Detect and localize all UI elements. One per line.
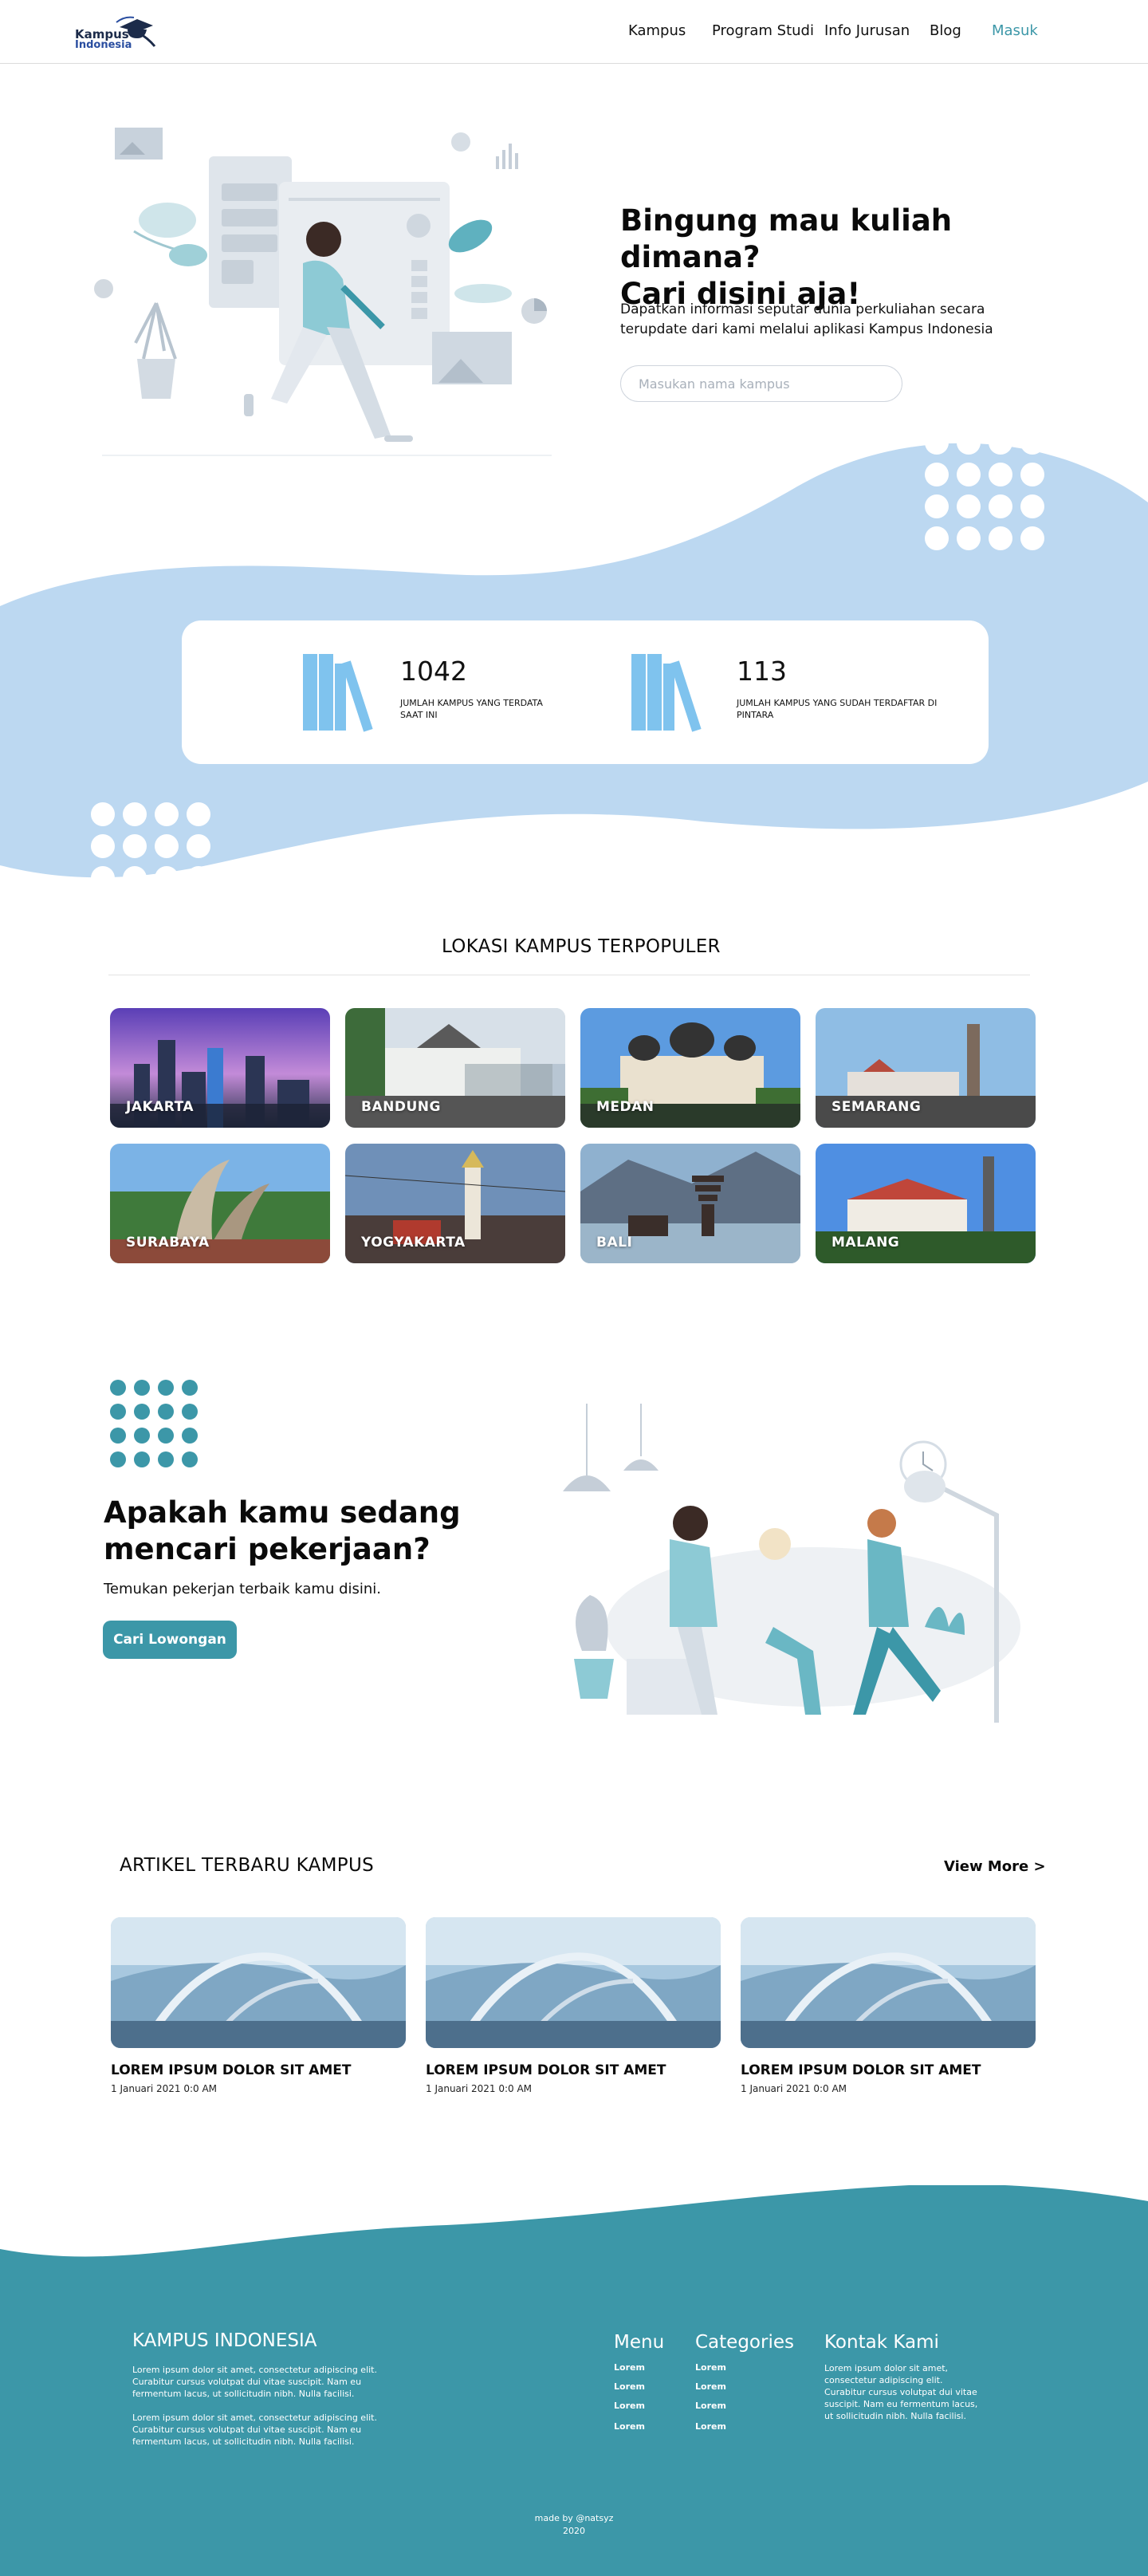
footer-contact-title: Kontak Kami [824, 2332, 939, 2353]
location-card-yogyakarta[interactable]: YOGYAKARTA [345, 1144, 565, 1263]
footer-menu-link[interactable]: Lorem [614, 2381, 645, 2392]
footer-contact-text: Lorem ipsum dolor sit amet, consectetur … [824, 2363, 978, 2421]
hero-title: Bingung mau kuliah dimana? Cari disini a… [620, 203, 1083, 313]
article-title[interactable]: LOREM IPSUM DOLOR SIT AMET [426, 2062, 729, 2078]
hero-description-line1: Dapatkan informasi seputar dunia perkuli… [620, 301, 985, 317]
location-card-semarang[interactable]: SEMARANG [816, 1008, 1036, 1128]
nav-link-info-jurusan[interactable]: Info Jurusan [824, 22, 910, 39]
location-label: MEDAN [596, 1099, 655, 1115]
location-card-surabaya[interactable]: SURABAYA [110, 1144, 330, 1263]
footer-credit-author: made by @natsyz [534, 2513, 614, 2523]
location-card-bandung[interactable]: BANDUNG [345, 1008, 565, 1128]
view-more-link[interactable]: View More > [944, 1858, 1046, 1875]
job-title-line1: Apakah kamu sedang [104, 1495, 461, 1530]
article-image[interactable] [741, 1917, 1036, 2048]
footer-menu-link[interactable]: Lorem [614, 2421, 645, 2432]
footer-credit-year: 2020 [563, 2526, 585, 2536]
stat-value: 1042 [400, 656, 467, 687]
article-title[interactable]: LOREM IPSUM DOLOR SIT AMET [741, 2062, 1044, 2078]
article-date: 1 Januari 2021 0:0 AM [741, 2083, 847, 2094]
job-title-line2: mencari pekerjaan? [104, 1532, 431, 1566]
nav-link-kampus[interactable]: Kampus [628, 22, 686, 39]
location-label: BANDUNG [361, 1099, 441, 1115]
stat-registered-campus: 113 JUMLAH KAMPUS YANG SUDAH TERDAFTAR D… [631, 652, 950, 732]
graduation-cap-icon [116, 16, 156, 47]
location-label: JAKARTA [126, 1099, 195, 1115]
location-card-malang[interactable]: MALANG [816, 1144, 1036, 1263]
location-card-medan[interactable]: MEDAN [580, 1008, 800, 1128]
location-label: YOGYAKARTA [361, 1235, 466, 1251]
footer-category-link[interactable]: Lorem [695, 2362, 726, 2373]
dots-decoration-stats [91, 802, 210, 885]
footer-menu-title: Menu [614, 2332, 665, 2353]
top-navbar: Kampus Indonesia Kampus Program Studi In… [0, 0, 1148, 64]
footer-menu-link[interactable]: Lorem [614, 2401, 645, 2411]
location-label: SURABAYA [126, 1235, 210, 1251]
location-card-bali[interactable]: BALI [580, 1144, 800, 1263]
footer-category-link[interactable]: Lorem [695, 2401, 726, 2411]
footer-paragraph: Lorem ipsum dolor sit amet, consectetur … [132, 2413, 377, 2447]
footer-paragraph: Lorem ipsum dolor sit amet, consectetur … [132, 2365, 377, 2399]
article-image[interactable] [426, 1917, 721, 2048]
job-description: Temukan pekerjan terbaik kamu disini. [104, 1581, 382, 1597]
campus-search-input[interactable] [620, 365, 902, 402]
article-date: 1 Januari 2021 0:0 AM [426, 2083, 533, 2094]
articles-section-title: ARTIKEL TERBARU KAMPUS [120, 1855, 374, 1876]
locations-section-title: LOKASI KAMPUS TERPOPULER [442, 936, 721, 957]
location-label: SEMARANG [832, 1099, 922, 1115]
dots-decoration-job [110, 1380, 198, 1467]
hero-description-line2: terupdate dari kami melalui aplikasi Kam… [620, 321, 993, 337]
hero-description: Dapatkan informasi seputar dunia perkuli… [620, 300, 1019, 340]
hero-title-line1: Bingung mau kuliah dimana? [620, 203, 953, 274]
hero-illustration [94, 128, 552, 456]
stat-label: JUMLAH KAMPUS YANG TERDATA SAAT INI [400, 698, 543, 720]
stats-card: 1042 JUMLAH KAMPUS YANG TERDATA SAAT INI… [182, 620, 989, 764]
article-date: 1 Januari 2021 0:0 AM [111, 2083, 218, 2094]
job-title: Apakah kamu sedang mencari pekerjaan? [104, 1495, 518, 1568]
books-icon [303, 654, 373, 732]
article-image[interactable] [111, 1917, 406, 2048]
dots-decoration-hero [925, 431, 1044, 550]
footer-categories-title: Categories [695, 2332, 794, 2353]
footer-brand: KAMPUS INDONESIA [132, 2330, 317, 2351]
nav-link-program-studi[interactable]: Program Studi [712, 22, 814, 39]
stat-total-campus: 1042 JUMLAH KAMPUS YANG TERDATA SAAT INI [303, 652, 590, 732]
logo[interactable]: Kampus Indonesia [75, 14, 163, 51]
job-illustration [563, 1404, 1020, 1723]
footer-menu-link[interactable]: Lorem [614, 2362, 645, 2373]
stat-value: 113 [737, 656, 787, 687]
footer-category-link[interactable]: Lorem [695, 2381, 726, 2392]
location-card-jakarta[interactable]: JAKARTA [110, 1008, 330, 1128]
stat-label: JUMLAH KAMPUS YANG SUDAH TERDAFTAR DI PI… [737, 698, 938, 720]
find-jobs-button[interactable]: Cari Lowongan [103, 1621, 237, 1659]
nav-link-blog[interactable]: Blog [930, 22, 961, 39]
books-icon [631, 654, 702, 732]
location-label: BALI [596, 1235, 633, 1251]
login-link[interactable]: Masuk [992, 22, 1038, 39]
location-label: MALANG [832, 1235, 900, 1251]
footer-category-link[interactable]: Lorem [695, 2421, 726, 2432]
article-title[interactable]: LOREM IPSUM DOLOR SIT AMET [111, 2062, 414, 2078]
footer-credit: made by @natsyz 2020 [494, 2512, 654, 2538]
